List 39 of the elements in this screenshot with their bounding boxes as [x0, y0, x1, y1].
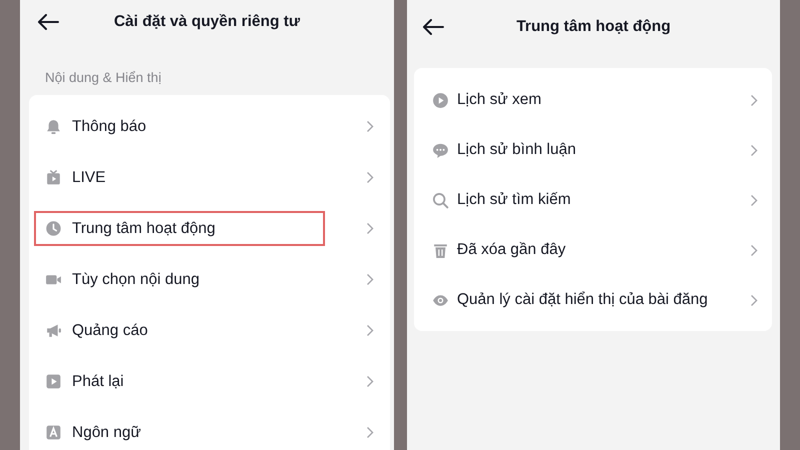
settings-row[interactable]: LIVE — [29, 152, 390, 203]
letter-tile-icon — [45, 424, 62, 441]
activity-row[interactable]: Lịch sử tìm kiếm — [414, 175, 772, 225]
chevron-icon — [366, 273, 374, 286]
settings-row[interactable]: Ngôn ngữ — [29, 407, 390, 450]
search-icon — [432, 192, 449, 208]
settings-row[interactable]: Thông báo — [29, 101, 390, 152]
chevron-icon — [750, 194, 758, 206]
chevron-icon — [366, 324, 374, 337]
chat-bubble-icon — [432, 142, 449, 158]
settings-row[interactable]: Phát lại — [29, 356, 390, 407]
screen-title: Trung tâm hoạt động — [516, 18, 671, 36]
settings-row[interactable]: Trung tâm hoạt động — [29, 203, 390, 254]
chevron-icon — [366, 375, 374, 388]
chevron-icon — [750, 244, 758, 256]
chevron-icon — [366, 171, 374, 184]
activity-row[interactable]: Lịch sử bình luận — [414, 125, 772, 175]
settings-row[interactable]: Quảng cáo — [29, 305, 390, 356]
activity-row[interactable]: Đã xóa gần đây — [414, 225, 772, 275]
chevron-icon — [366, 426, 374, 439]
chevron-icon — [750, 144, 758, 156]
megaphone-icon — [45, 322, 62, 339]
screen-title: Cài đặt và quyền riêng tư — [114, 13, 300, 31]
settings-row[interactable]: Tùy chọn nội dung — [29, 254, 390, 305]
clock-icon — [45, 220, 62, 237]
activity-row[interactable]: Lịch sử xem — [414, 75, 772, 125]
activity-row[interactable]: Quản lý cài đặt hiển thị của bài đăng — [414, 275, 772, 325]
chevron-icon — [750, 94, 758, 106]
play-tile-icon — [45, 373, 62, 390]
bell-icon — [45, 118, 62, 135]
chevron-icon — [366, 222, 374, 235]
chevron-icon — [750, 294, 758, 306]
back-arrow-icon[interactable] — [422, 19, 444, 35]
play-circle-icon — [432, 92, 449, 108]
trash-icon — [432, 242, 449, 258]
tv-icon — [45, 169, 62, 186]
back-arrow-icon[interactable] — [37, 14, 59, 30]
section-label: Nội dung & Hiển thị — [45, 70, 162, 86]
chevron-icon — [366, 120, 374, 133]
